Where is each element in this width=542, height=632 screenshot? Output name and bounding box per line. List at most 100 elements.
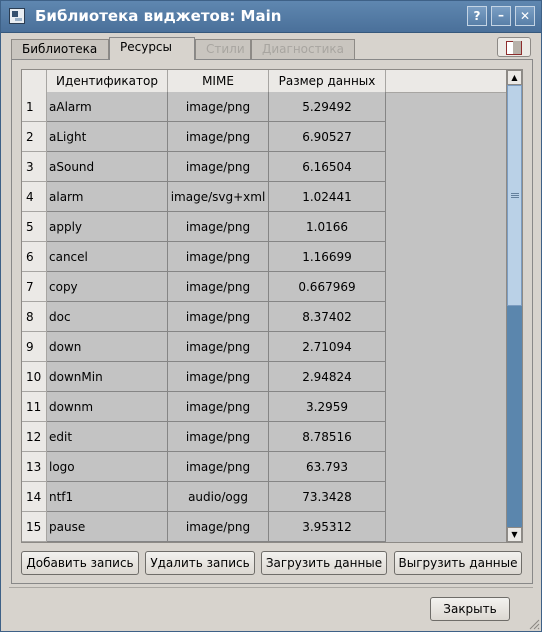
cell-size[interactable]: 6.16504 [269, 152, 386, 182]
window-title: Библиотека виджетов: Main [35, 7, 282, 25]
cell-mime[interactable]: image/png [168, 272, 269, 302]
row-number[interactable]: 8 [22, 302, 47, 332]
cell-identifier[interactable]: down [47, 332, 168, 362]
scroll-down-icon[interactable]: ▼ [507, 527, 522, 542]
cell-size[interactable]: 1.0166 [269, 212, 386, 242]
table-row[interactable]: 8 doc image/png 8.37402 [22, 302, 506, 332]
cell-identifier[interactable]: cancel [47, 242, 168, 272]
cell-identifier[interactable]: alarm [47, 182, 168, 212]
cell-mime[interactable]: image/png [168, 212, 269, 242]
resize-grip-icon[interactable] [528, 618, 540, 630]
cell-mime[interactable]: image/png [168, 332, 269, 362]
table-row[interactable]: 13 logo image/png 63.793 [22, 452, 506, 482]
table-row[interactable]: 12 edit image/png 8.78516 [22, 422, 506, 452]
row-number[interactable]: 7 [22, 272, 47, 302]
cell-size[interactable]: 3.2959 [269, 392, 386, 422]
column-header-identifier[interactable]: Идентификатор [47, 70, 168, 92]
cell-identifier[interactable]: copy [47, 272, 168, 302]
row-number[interactable]: 13 [22, 452, 47, 482]
cell-mime[interactable]: image/svg+xml [168, 182, 269, 212]
cell-mime[interactable]: audio/ogg [168, 482, 269, 512]
app-icon[interactable] [9, 8, 25, 24]
table-row[interactable]: 15 pause image/png 3.95312 [22, 512, 506, 542]
cell-mime[interactable]: image/png [168, 92, 269, 122]
row-number[interactable]: 11 [22, 392, 47, 422]
row-number[interactable]: 1 [22, 92, 47, 122]
cell-mime[interactable]: image/png [168, 122, 269, 152]
cell-identifier[interactable]: apply [47, 212, 168, 242]
cell-mime[interactable]: image/png [168, 152, 269, 182]
table-row[interactable]: 5 apply image/png 1.0166 [22, 212, 506, 242]
cell-size[interactable]: 3.95312 [269, 512, 386, 542]
row-number[interactable]: 12 [22, 422, 47, 452]
row-number[interactable]: 5 [22, 212, 47, 242]
delete-record-button[interactable]: Удалить запись [145, 551, 255, 575]
header-corner[interactable] [22, 70, 47, 92]
cell-mime[interactable]: image/png [168, 392, 269, 422]
unload-data-button[interactable]: Выгрузить данные [394, 551, 522, 575]
table-row[interactable]: 6 cancel image/png 1.16699 [22, 242, 506, 272]
table-row[interactable]: 7 copy image/png 0.667969 [22, 272, 506, 302]
table-row[interactable]: 10 downMin image/png 2.94824 [22, 362, 506, 392]
cell-size[interactable]: 73.3428 [269, 482, 386, 512]
cell-mime[interactable]: image/png [168, 422, 269, 452]
cell-size[interactable]: 2.71094 [269, 332, 386, 362]
table-row[interactable]: 9 down image/png 2.71094 [22, 332, 506, 362]
cell-size[interactable]: 1.16699 [269, 242, 386, 272]
cell-mime[interactable]: image/png [168, 302, 269, 332]
cell-size[interactable]: 8.78516 [269, 422, 386, 452]
table-row[interactable]: 4 alarm image/svg+xml 1.02441 [22, 182, 506, 212]
tab-resources[interactable]: Ресурсы [109, 37, 195, 60]
cell-mime[interactable]: image/png [168, 452, 269, 482]
cell-identifier[interactable]: logo [47, 452, 168, 482]
cell-identifier[interactable]: downm [47, 392, 168, 422]
cell-mime[interactable]: image/png [168, 242, 269, 272]
load-data-button[interactable]: Загрузить данные [261, 551, 387, 575]
help-button[interactable]: ? [467, 6, 487, 26]
cell-identifier[interactable]: doc [47, 302, 168, 332]
cell-mime[interactable]: image/png [168, 512, 269, 542]
table-row[interactable]: 2 aLight image/png 6.90527 [22, 122, 506, 152]
table-row[interactable]: 11 downm image/png 3.2959 [22, 392, 506, 422]
scroll-thumb[interactable] [507, 85, 522, 306]
add-record-button[interactable]: Добавить запись [21, 551, 139, 575]
row-number[interactable]: 4 [22, 182, 47, 212]
close-button[interactable]: Закрыть [430, 597, 510, 621]
scroll-track[interactable] [507, 85, 522, 527]
cell-identifier[interactable]: aAlarm [47, 92, 168, 122]
cell-size[interactable]: 8.37402 [269, 302, 386, 332]
table-row[interactable]: 1 aAlarm image/png 5.29492 [22, 92, 506, 122]
cell-identifier[interactable]: downMin [47, 362, 168, 392]
cell-size[interactable]: 0.667969 [269, 272, 386, 302]
row-number[interactable]: 3 [22, 152, 47, 182]
row-number[interactable]: 15 [22, 512, 47, 542]
row-number[interactable]: 10 [22, 362, 47, 392]
cell-identifier[interactable]: pause [47, 512, 168, 542]
vertical-scrollbar[interactable]: ▲ ▼ [506, 70, 522, 542]
tab-library[interactable]: Библиотека [11, 39, 109, 59]
minimize-button[interactable]: – [491, 6, 511, 26]
cell-identifier[interactable]: ntf1 [47, 482, 168, 512]
cell-identifier[interactable]: aSound [47, 152, 168, 182]
row-number[interactable]: 14 [22, 482, 47, 512]
cell-identifier[interactable]: edit [47, 422, 168, 452]
cell-size[interactable]: 63.793 [269, 452, 386, 482]
book-icon[interactable] [497, 37, 531, 57]
cell-size[interactable]: 1.02441 [269, 182, 386, 212]
table-row[interactable]: 14 ntf1 audio/ogg 73.3428 [22, 482, 506, 512]
close-window-button[interactable]: ✕ [515, 6, 535, 26]
table-row[interactable]: 3 aSound image/png 6.16504 [22, 152, 506, 182]
cell-size[interactable]: 6.90527 [269, 122, 386, 152]
row-number[interactable]: 6 [22, 242, 47, 272]
cell-mime[interactable]: image/png [168, 362, 269, 392]
scroll-up-icon[interactable]: ▲ [507, 70, 522, 85]
row-number[interactable]: 2 [22, 122, 47, 152]
column-header-size[interactable]: Размер данных [269, 70, 386, 92]
title-bar[interactable]: Библиотека виджетов: Main ? – ✕ [1, 1, 541, 33]
cell-size[interactable]: 2.94824 [269, 362, 386, 392]
column-header-mime[interactable]: MIME [168, 70, 269, 92]
row-number[interactable]: 9 [22, 332, 47, 362]
cell-identifier[interactable]: aLight [47, 122, 168, 152]
tab-styles: Стили [195, 39, 251, 59]
cell-size[interactable]: 5.29492 [269, 92, 386, 122]
